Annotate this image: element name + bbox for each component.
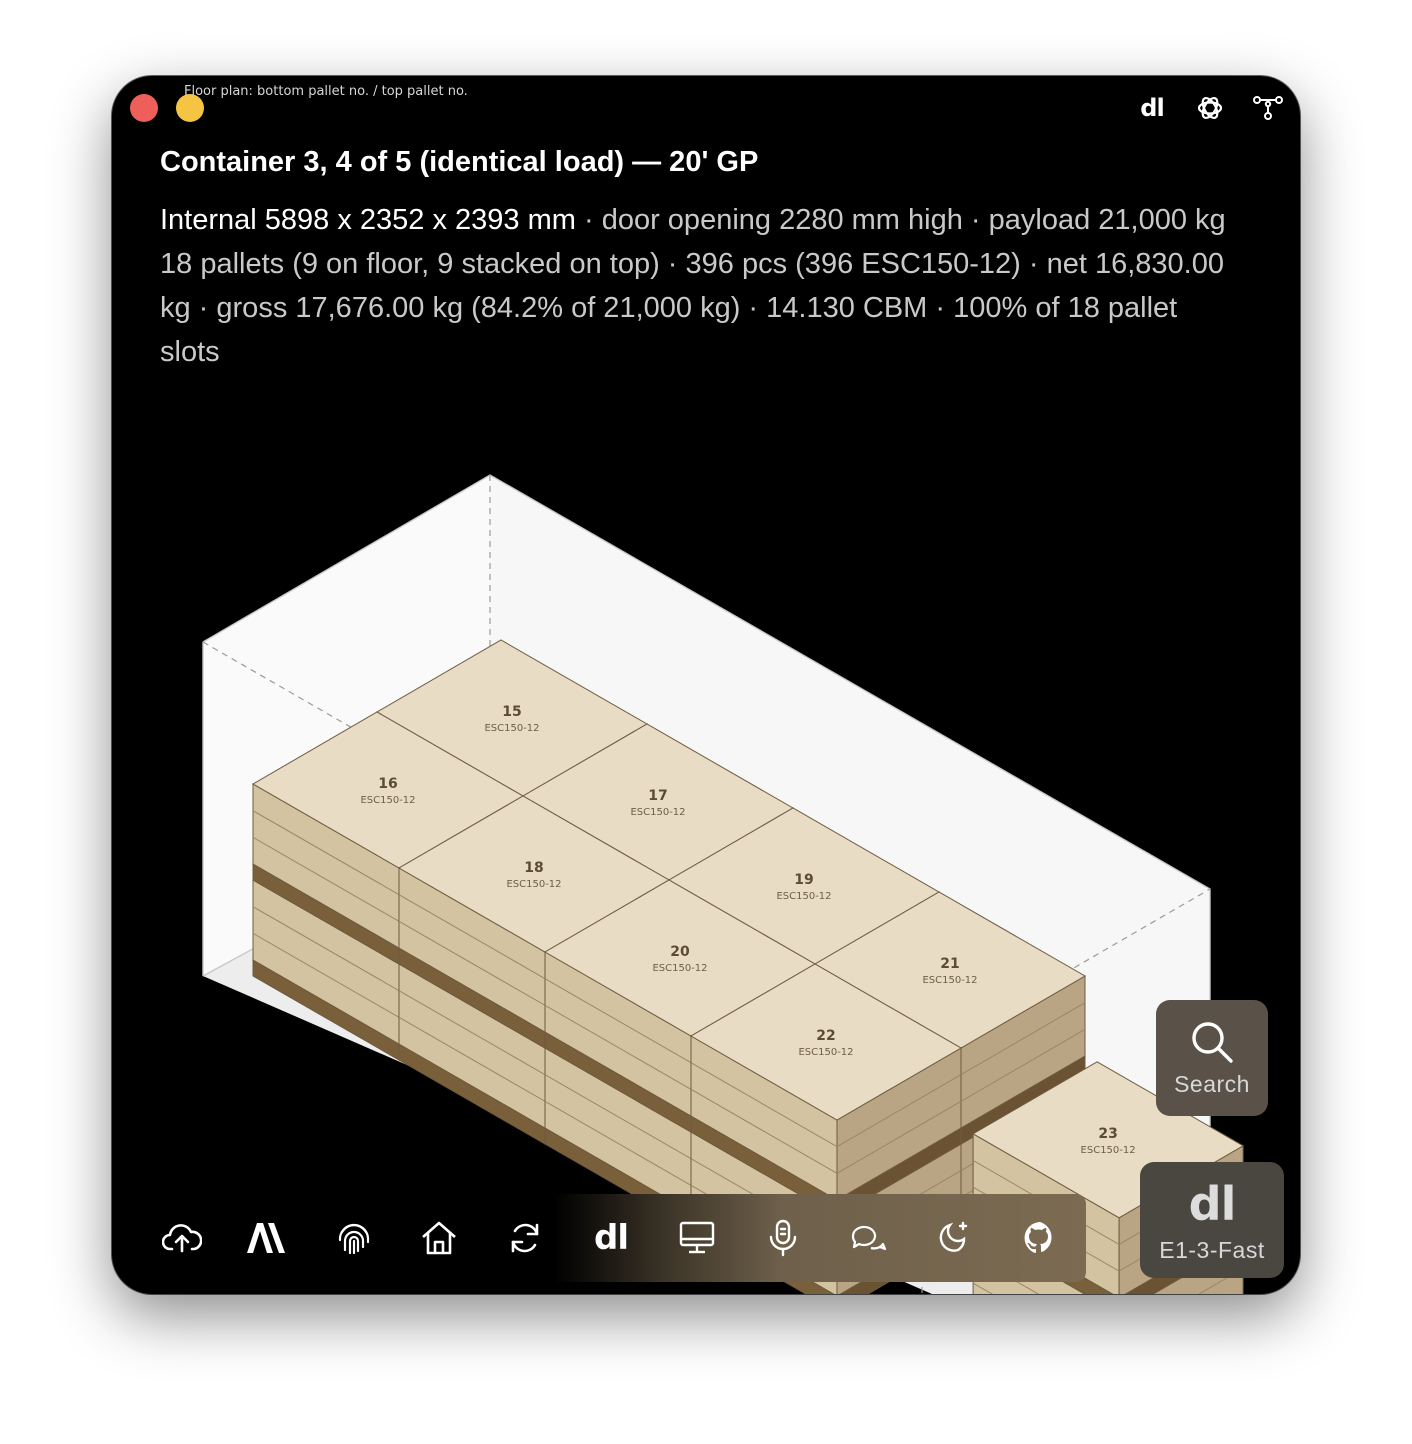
pallet-number: 22 [816, 1028, 835, 1044]
search-icon [1192, 1021, 1233, 1063]
fingerprint-icon[interactable] [330, 1214, 378, 1262]
monitor-icon[interactable] [673, 1214, 721, 1262]
pallet-sku: ESC150-12 [1081, 1145, 1136, 1156]
pallet-sku: ESC150-12 [506, 879, 561, 890]
pallet-sku: ESC150-12 [630, 807, 685, 818]
pallet-number: 16 [378, 776, 397, 792]
chat-icon[interactable] [844, 1214, 892, 1262]
cloud-upload-icon[interactable] [158, 1214, 206, 1262]
github-icon[interactable] [1016, 1214, 1064, 1262]
pallet-sku: ESC150-12 [922, 975, 977, 986]
pallet-number: 21 [940, 956, 959, 972]
app-window: Floor plan: bottom pallet no. / top pall… [112, 76, 1300, 1294]
pallet-number: 19 [794, 872, 813, 888]
model-label: E1-3-Fast [1159, 1236, 1265, 1263]
model-selector-button[interactable]: dl E1-3-Fast [1140, 1162, 1284, 1278]
pallet-sku: ESC150-12 [360, 795, 415, 806]
pallet-sku: ESC150-12 [652, 963, 707, 974]
pallet-number: 20 [670, 944, 690, 960]
model-logo: dl [1188, 1176, 1237, 1231]
search-button[interactable]: Search [1156, 1000, 1268, 1116]
bottom-dock: dl [136, 1194, 1086, 1282]
home-icon[interactable] [415, 1214, 463, 1262]
night-mode-icon[interactable] [930, 1214, 978, 1262]
pallet-number: 15 [502, 704, 521, 720]
pallet-sku: ESC150-12 [776, 891, 831, 902]
pallet-number: 23 [1098, 1126, 1117, 1142]
sync-icon[interactable] [501, 1214, 549, 1262]
search-label: Search [1174, 1070, 1250, 1097]
anthropic-icon[interactable] [244, 1214, 292, 1262]
pallet-number: 18 [524, 860, 543, 876]
dl-icon[interactable]: dl [587, 1214, 635, 1262]
pallet-sku: ESC150-12 [798, 1047, 853, 1058]
pallet-number: 17 [648, 788, 667, 804]
microphone-icon[interactable] [759, 1214, 807, 1262]
pallet-sku: ESC150-12 [484, 723, 539, 734]
container-3d-view: 15 ESC150-12 17 ESC150-12 19 ESC150-12 21 ESC15… [202, 474, 1245, 1294]
dock-dl-logo: dl [593, 1218, 629, 1258]
